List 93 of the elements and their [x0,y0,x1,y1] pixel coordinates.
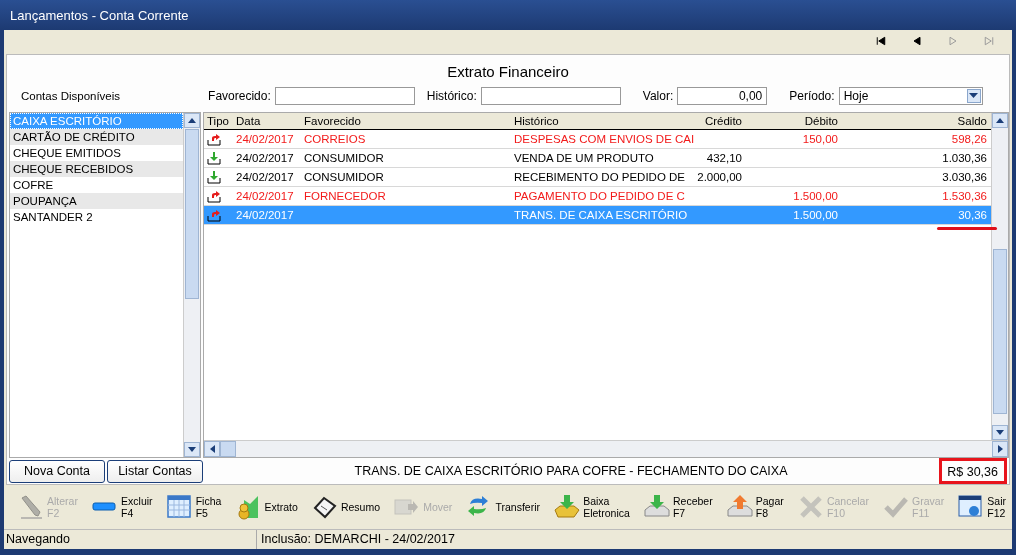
right-arrow-icon [997,445,1003,453]
account-item[interactable]: POUPANÇA [10,193,183,209]
column-header: Data [235,114,262,129]
tray-up-arrow-icon [726,494,753,520]
delete-tool-button[interactable]: Excluir F4 [92,494,153,520]
statement-tool-button[interactable]: Extrato [235,494,298,520]
prev-record-icon [911,35,923,47]
field-label: Valor: [642,89,674,103]
summary-tool-button[interactable]: Resumo [311,494,380,520]
account-item[interactable]: CARTÃO DE CRÉDITO [10,129,183,145]
down-arrow-icon [996,430,1004,435]
table-cell-text: 24/02/2017 [235,208,295,223]
table-cell-text: DESPESAS COM ENVIOS DE CAI [513,132,692,147]
table-cell: CONSUMIDOR [304,171,384,183]
table-cell-text: VENDA DE UM PRODUTO [513,151,655,166]
column-header: Crédito [703,114,743,129]
tray-down-arrow-icon [554,494,581,520]
card-tool-button[interactable]: Ficha F5 [166,494,222,520]
table-cell-text: TRANS. DE CAIXA ESCRITÓRIO [513,208,689,223]
calendar-icon [166,494,193,520]
tray-up-arrow-icon [207,208,221,222]
up-arrow-icon [188,118,196,123]
account-item[interactable]: COFRE [10,177,183,193]
status-text: Navegando [4,530,257,549]
table-cell: 30,36 [958,209,987,221]
table-cell: FORNECEDOR [304,190,386,202]
table-cell-text: 24/02/2017 [235,151,295,166]
bank-tool-button[interactable]: Baixa Eletronica [554,494,630,520]
window-title: Lançamentos - Conta Corrente [10,7,189,23]
table-cell: 1.030,36 [942,152,987,164]
field-label: Histórico: [426,89,477,103]
scroll-thumb[interactable] [220,441,236,457]
column-header: Tipo [206,114,230,129]
cross-icon [797,494,824,520]
scroll-thumb[interactable] [993,249,1007,414]
transfer-tool-button[interactable]: Transferir [466,494,540,520]
account-item[interactable]: SANTANDER 2 [10,209,183,225]
table-cell: 1.500,00 [793,190,838,202]
field-label: Período: [789,89,835,103]
field-label: Favorecido: [208,89,271,103]
account-item[interactable]: CHEQUE EMITIDOS [10,145,183,161]
table-cell: 598,26 [951,133,987,145]
table-cell-text: 24/02/2017 [235,132,295,147]
new-account-button[interactable]: Nova Conta [9,459,105,483]
table-cell-text: RECEBIMENTO DO PEDIDO DE [513,170,687,185]
column-header: Saldo [956,114,988,129]
column-header: Favorecido [303,114,362,129]
table-cell: 150,00 [802,133,838,145]
description-text: TRANS. DE CAIXA ESCRITÓRIO PARA COFRE - FECHAMENTO DO CAIXA [354,464,788,478]
last-record-icon [983,35,995,47]
table-cell: 1.530,36 [942,190,987,202]
tray-down-arrow-icon [207,170,221,184]
account-item[interactable]: CHEQUE RECEBIDOS [10,161,183,177]
table-row[interactable]: 24/02/2017 CORREIOS DESPESAS COM ENVIOS DE CAI 150,00 598,26 [204,130,991,149]
tray-down-arrow-icon [207,151,221,165]
down-arrow-icon [188,447,196,452]
up-arrow-icon [996,118,1004,123]
list-accounts-button[interactable]: Listar Contas [107,459,203,483]
pencil-icon [18,494,44,520]
tray-up-arrow-icon [207,189,221,203]
tray-down-arrow-icon [643,494,670,520]
table-row[interactable]: 24/02/2017 CONSUMIDOR VENDA DE UM PRODUTO 432,10 1.030,36 [204,149,991,168]
historico-field[interactable] [480,87,621,105]
left-arrow-icon [209,445,215,453]
scrollbar[interactable] [991,113,1008,440]
tray-up-arrow-icon [207,132,221,146]
receive-tool-button[interactable]: Receber F7 [643,494,713,520]
panel-heading: Extrato Financeiro [447,62,569,82]
column-header: Histórico [513,114,560,129]
periodo-dropdown[interactable]: Hoje [838,87,983,105]
table-row[interactable]: 24/02/2017 CONSUMIDOR RECEBIMENTO DO PEDIDO DE 2.000,00 3.030,36 [204,168,991,187]
first-record-icon [875,35,887,47]
status-text: Inclusão: DEMARCHI - 24/02/2017 [260,531,455,548]
table-cell: 3.030,36 [942,171,987,183]
scroll-thumb[interactable] [185,129,199,299]
table-cell: 432,10 [706,152,742,164]
total-amount: R$ 30,36 [939,458,1007,484]
table-cell: 1.500,00 [793,209,838,221]
table-cell: CORREIOS [304,133,366,145]
table-cell: 2.000,00 [697,171,742,183]
table-cell-text: 24/02/2017 [235,170,295,185]
table-cell-text: 24/02/2017 [235,189,295,204]
accounts-label: Contas Disponíveis [21,90,121,102]
column-header: Débito [803,114,839,129]
next-record-icon [947,35,959,47]
favorecido-field[interactable] [274,87,415,105]
scrollbar[interactable] [183,113,200,457]
horizontal-scrollbar[interactable] [204,440,1008,457]
table-cell-text: PAGAMENTO DO PEDIDO DE C [513,189,686,204]
table-cell: CONSUMIDOR [304,152,384,164]
pay-tool-button[interactable]: Pagar F8 [726,494,784,520]
valor-field[interactable]: 0,00 [677,87,768,105]
exit-tool-button[interactable]: Sair F12 [958,494,1006,520]
